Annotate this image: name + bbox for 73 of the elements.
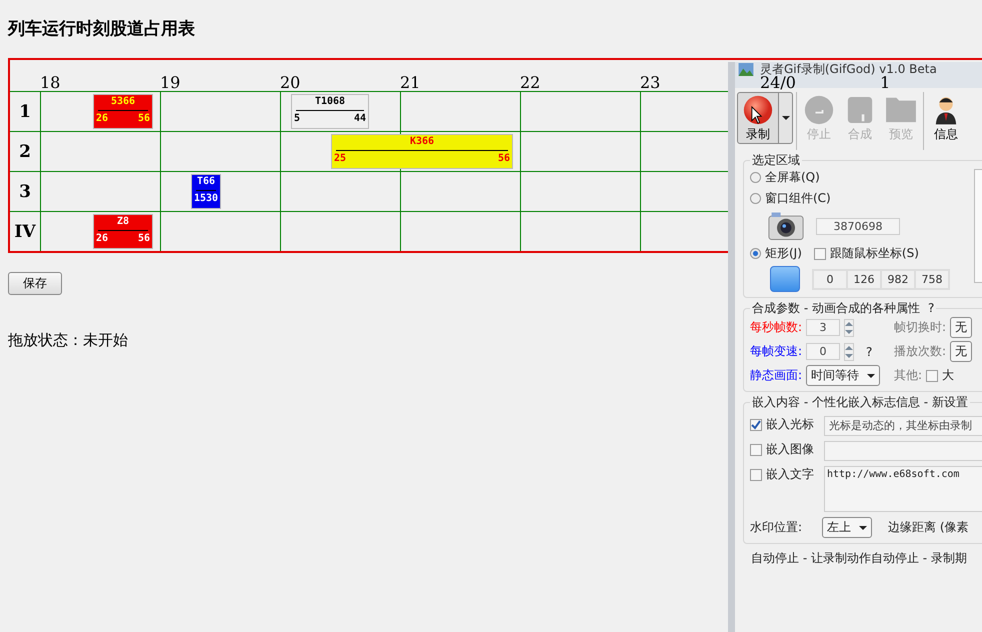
radio-option[interactable]: 窗口组件(C) xyxy=(750,190,970,207)
folder-icon xyxy=(885,95,917,123)
coordinate-field[interactable]: 0 xyxy=(813,270,847,288)
checkbox-option[interactable]: 跟随鼠标坐标(S) xyxy=(814,245,919,262)
train-block[interactable]: 5366 26 56 xyxy=(93,94,153,129)
hour-label: 18 xyxy=(40,75,60,91)
train-block[interactable]: Z8 26 56 xyxy=(93,214,153,249)
help-mark[interactable]: ? xyxy=(866,344,872,358)
text-field[interactable] xyxy=(824,441,982,461)
text-area[interactable]: http://www.e68soft.com xyxy=(824,466,982,512)
hour-label: 22 xyxy=(520,75,540,91)
spinner-arrows-icon[interactable] xyxy=(844,318,854,336)
caret-icon xyxy=(867,374,876,378)
person-icon xyxy=(935,95,957,125)
spinner-arrows-icon[interactable] xyxy=(844,342,854,360)
track-label: 2 xyxy=(19,142,31,162)
caret-icon xyxy=(859,526,867,530)
hour-label: 21 xyxy=(400,75,420,91)
toolbar-button[interactable]: 录制 xyxy=(737,92,779,144)
camera-icon xyxy=(768,211,804,241)
setting-label: 每秒帧数: xyxy=(750,319,802,336)
train-block[interactable]: K366 25 56 xyxy=(331,134,513,169)
dropdown-field[interactable]: 无 xyxy=(950,341,972,362)
window-title: 灵者Gif录制(GifGod) v1.0 Beta xyxy=(760,63,937,76)
drag-status-text: 拖放状态：未开始 xyxy=(8,331,128,350)
checkbox-option[interactable]: 嵌入光标 xyxy=(750,416,818,433)
compose-icon xyxy=(847,95,873,125)
setting-label: 静态画面: xyxy=(750,367,802,384)
save-button[interactable]: 保存 xyxy=(8,272,62,295)
hour-label: 20 xyxy=(280,75,300,91)
stop-icon xyxy=(804,95,834,125)
group-legend: 合成参数 - 动画合成的各种属性 ? xyxy=(750,300,936,317)
landscape-icon xyxy=(738,63,754,76)
page-title: 列车运行时刻股道占用表 xyxy=(6,18,196,41)
train-block[interactable]: T1068 5 44 xyxy=(291,94,369,129)
checkbox-option[interactable]: 大 xyxy=(926,367,954,384)
group-legend: 自动停止 - 让录制动作自动停止 - 录制期 xyxy=(751,550,982,567)
coordinate-field[interactable]: 126 xyxy=(847,270,881,288)
track-label: 3 xyxy=(19,182,31,202)
setting-label: 每帧变速: xyxy=(750,343,802,360)
train-block[interactable]: T66 1530 xyxy=(191,174,221,209)
spin-field[interactable]: 3 xyxy=(806,319,840,336)
window-handle-field[interactable]: 3870698 xyxy=(816,218,900,234)
setting-label: 水印位置: xyxy=(750,519,804,536)
coordinate-field[interactable]: 982 xyxy=(881,270,915,288)
hour-label: 19 xyxy=(160,75,180,91)
setting-label: 边缘距离 (像素 xyxy=(888,519,968,536)
setting-label: 播放次数: xyxy=(894,343,946,360)
setting-label: 帧切换时: xyxy=(894,319,946,336)
caret-icon xyxy=(782,116,790,120)
checkbox-option[interactable]: 嵌入文字 xyxy=(750,466,818,483)
checkbox-option[interactable]: 嵌入图像 xyxy=(750,441,818,458)
checkmark-icon xyxy=(751,420,761,430)
group-legend: 选定区域 xyxy=(750,152,802,169)
track-label: IV xyxy=(14,222,36,242)
group-legend: 嵌入内容 - 个性化嵌入标志信息 - 新设置 xyxy=(750,394,970,411)
dropdown-button[interactable] xyxy=(779,92,793,144)
setting-label: 其他: xyxy=(894,367,922,384)
dropdown-field[interactable]: 无 xyxy=(950,317,972,338)
cursor-icon xyxy=(751,106,763,125)
track-label: 1 xyxy=(19,102,31,122)
hour-label: 24/0 xyxy=(760,75,796,91)
toolbar-button[interactable]: 信息 xyxy=(927,92,965,144)
hour-label: 1 xyxy=(880,75,890,91)
coordinate-field[interactable]: 758 xyxy=(915,270,949,288)
dropdown-field[interactable]: 时间等待 xyxy=(806,365,880,386)
hour-label: 23 xyxy=(640,75,660,91)
rectangle-select-button[interactable] xyxy=(770,266,800,292)
text-field[interactable]: 光标是动态的，其坐标由录制 xyxy=(824,416,982,436)
dropdown-field[interactable]: 左上 xyxy=(822,517,872,538)
radio-option[interactable]: 全屏幕(Q) xyxy=(750,169,970,186)
radio-option[interactable]: 矩形(J) xyxy=(750,245,802,262)
spin-field[interactable]: 0 xyxy=(806,343,840,360)
